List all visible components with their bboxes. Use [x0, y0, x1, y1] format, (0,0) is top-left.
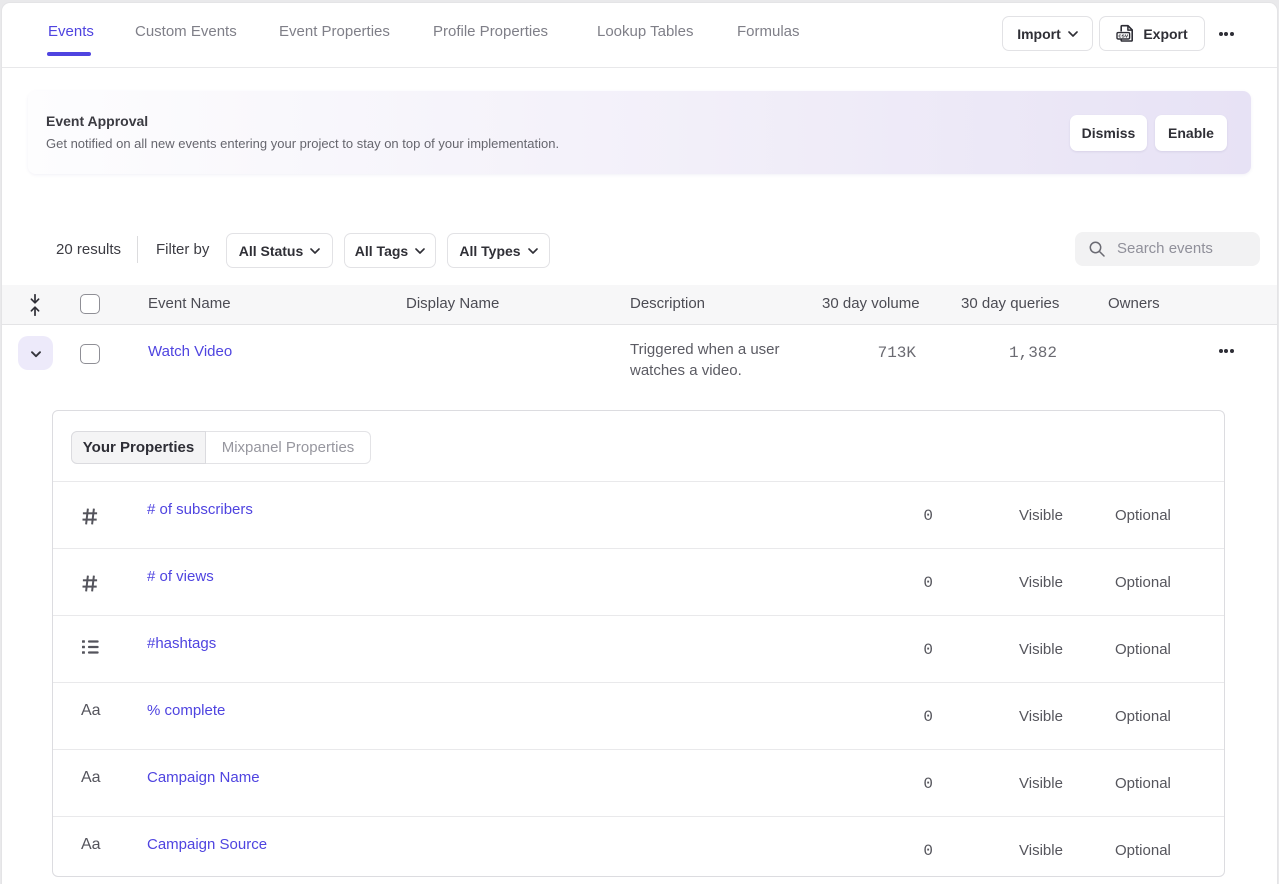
svg-text:csv: csv	[1119, 34, 1129, 40]
